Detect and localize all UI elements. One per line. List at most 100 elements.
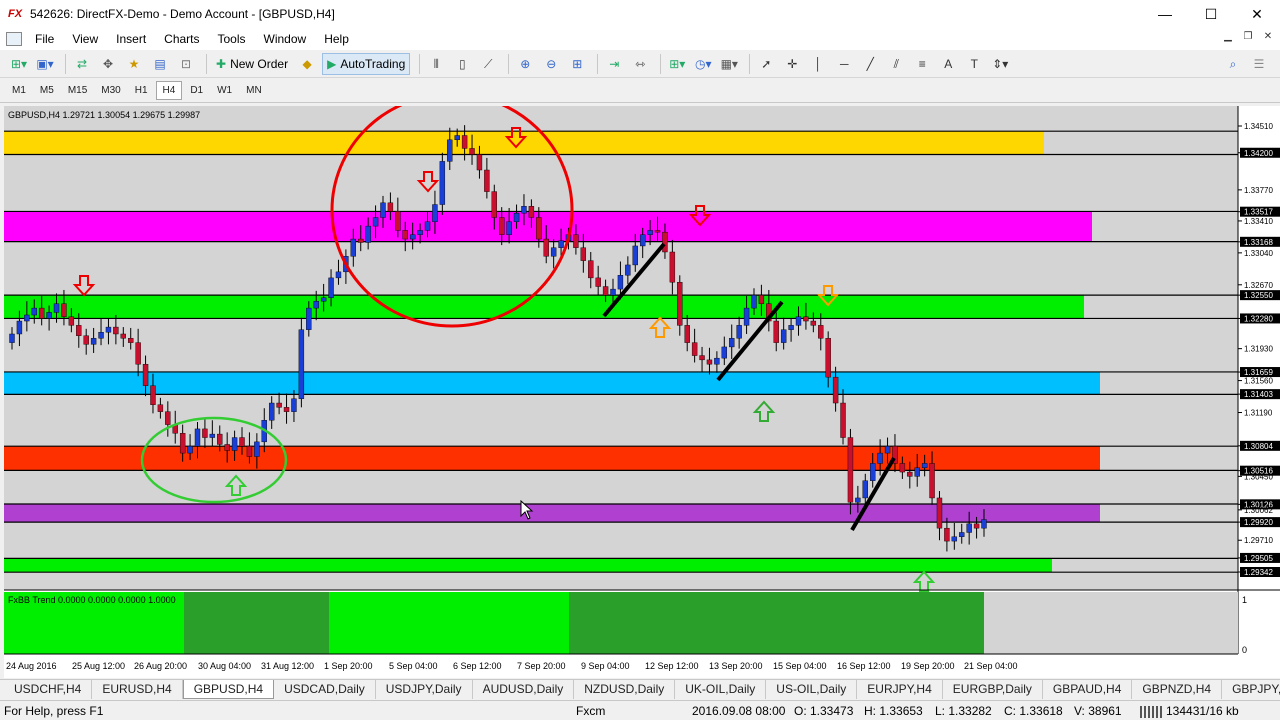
crosshair-icon[interactable]: ✛	[781, 53, 803, 75]
svg-text:1.30450: 1.30450	[1244, 472, 1273, 481]
strategy-tester-icon[interactable]: ⊡	[175, 53, 197, 75]
metaeditor-icon[interactable]: ◆	[296, 53, 318, 75]
zone-band	[4, 211, 1092, 242]
menu-window[interactable]: Window	[255, 32, 316, 46]
chart-tabs: USDCHF,H4 EURUSD,H4 GBPUSD,H4 USDCAD,Daily U…	[0, 679, 1280, 699]
svg-text:1.31930: 1.31930	[1244, 345, 1273, 354]
minimize-button[interactable]: —	[1142, 0, 1188, 28]
line-chart-icon[interactable]: ⟋	[477, 53, 499, 75]
mdi-restore-icon[interactable]: ❐	[1240, 31, 1256, 45]
zoom-out-icon[interactable]: ⊖	[540, 53, 562, 75]
price-axis-label: 1.34200	[1238, 147, 1280, 158]
mdi-minimize-icon[interactable]: ▁	[1220, 31, 1236, 45]
price-axis-label: 1.33168	[1238, 236, 1280, 247]
text-label-icon[interactable]: T	[963, 53, 985, 75]
zone-band	[4, 446, 1100, 471]
chart-window-icon[interactable]	[6, 32, 22, 46]
channel-icon[interactable]: ⫽	[885, 53, 907, 75]
chart-tab[interactable]: EURJPY,H4	[857, 680, 943, 699]
chart-tab[interactable]: USDJPY,Daily	[376, 680, 473, 699]
navigator-icon[interactable]: ★	[123, 53, 145, 75]
svg-text:1.29710: 1.29710	[1244, 536, 1273, 545]
text-icon[interactable]: A	[937, 53, 959, 75]
price-chart[interactable]: GBPUSD,H4 1.29721 1.30054 1.29675 1.2998…	[4, 106, 1280, 678]
chart-tab[interactable]: GBPUSD,H4	[182, 680, 275, 699]
chart-tab[interactable]: EURUSD,H4	[92, 680, 183, 699]
price-axis-label: 1.31659	[1238, 367, 1280, 378]
chart-tab[interactable]: GBPNZD,H4	[1132, 680, 1223, 699]
search-icon[interactable]: ⌕	[1222, 53, 1244, 75]
tf-w1[interactable]: W1	[211, 82, 238, 99]
menu-file[interactable]: File	[26, 32, 63, 46]
chart-tab[interactable]: AUDUSD,Daily	[473, 680, 575, 699]
chart-window[interactable]: GBPUSD,H4 1.29721 1.30054 1.29675 1.2998…	[4, 106, 1280, 678]
tile-windows-icon[interactable]: ⊞	[566, 53, 588, 75]
tf-d1[interactable]: D1	[184, 82, 209, 99]
close-button[interactable]: ✕	[1234, 0, 1280, 28]
tf-m30[interactable]: M30	[95, 82, 126, 99]
bar-chart-icon[interactable]: ⫴	[425, 53, 447, 75]
autoscroll-icon[interactable]: ⇥	[603, 53, 625, 75]
menu-tools[interactable]: Tools	[209, 32, 255, 46]
status-bar: For Help, press F1 Fxcm 2016.09.08 08:00…	[0, 700, 1280, 720]
indicator-scale-top: 1	[1242, 595, 1247, 605]
tf-m5[interactable]: M5	[34, 82, 60, 99]
menu-charts[interactable]: Charts	[155, 32, 208, 46]
candlestick-icon[interactable]: ▯	[451, 53, 473, 75]
svg-text:1.34510: 1.34510	[1244, 122, 1273, 131]
arrows-icon[interactable]: ⇕▾	[989, 53, 1011, 75]
chart-tab[interactable]: UK-OIL,Daily	[675, 680, 767, 699]
chat-icon[interactable]: ☰	[1248, 53, 1270, 75]
maximize-button[interactable]: ☐	[1188, 0, 1234, 28]
chart-tab[interactable]: EURGBP,Daily	[943, 680, 1043, 699]
cursor-icon[interactable]: ➚	[755, 53, 777, 75]
svg-text:1.33517: 1.33517	[1244, 208, 1273, 217]
price-axis-label: 1.33517	[1238, 206, 1280, 217]
zoom-in-icon[interactable]: ⊕	[514, 53, 536, 75]
templates-icon[interactable]: ▦▾	[718, 53, 740, 75]
svg-text:1.30804: 1.30804	[1244, 442, 1273, 451]
menu-help[interactable]: Help	[315, 32, 358, 46]
chart-tab[interactable]: GBPAUD,H4	[1043, 680, 1133, 699]
periods-icon[interactable]: ◷▾	[692, 53, 714, 75]
chart-shift-icon[interactable]: ⇿	[629, 53, 651, 75]
trendline-icon[interactable]: ╱	[859, 53, 881, 75]
traffic-counter: 134431/16 kb	[1166, 704, 1239, 718]
price-axis-label: 1.32550	[1238, 290, 1280, 301]
mdi-close-icon[interactable]: ✕	[1260, 31, 1276, 45]
new-chart-icon[interactable]: ⊞▾	[8, 53, 30, 75]
time-axis-label: 6 Sep 12:00	[453, 661, 502, 671]
tf-mn[interactable]: MN	[240, 82, 268, 99]
svg-text:1.29505: 1.29505	[1244, 554, 1273, 563]
chart-tab[interactable]: US-OIL,Daily	[766, 680, 858, 699]
market-watch-icon[interactable]: ⇄	[71, 53, 93, 75]
candlestick	[847, 428, 854, 515]
terminal-icon[interactable]: ▤	[149, 53, 171, 75]
profile-name[interactable]: Fxcm	[576, 704, 605, 718]
tf-m1[interactable]: M1	[6, 82, 32, 99]
tf-m15[interactable]: M15	[62, 82, 93, 99]
chart-tab[interactable]: USDCHF,H4	[4, 680, 93, 699]
new-order-button[interactable]: ✚ New Order	[212, 53, 292, 75]
svg-text:1.34200: 1.34200	[1244, 149, 1273, 158]
vertical-line-icon[interactable]: │	[807, 53, 829, 75]
chart-tab[interactable]: NZDUSD,Daily	[574, 680, 676, 699]
menu-view[interactable]: View	[63, 32, 107, 46]
profiles-icon[interactable]: ▣▾	[34, 53, 56, 75]
menu-insert[interactable]: Insert	[107, 32, 155, 46]
autotrading-button[interactable]: ▶ AutoTrading	[322, 53, 411, 75]
tf-h4[interactable]: H4	[155, 81, 183, 100]
indicators-icon[interactable]: ⊞▾	[666, 53, 688, 75]
horizontal-line-icon[interactable]: ─	[833, 53, 855, 75]
zone-band	[4, 131, 1044, 155]
title-bar: FX 542626: DirectFX-Demo - Demo Account …	[0, 0, 1280, 28]
chart-header: GBPUSD,H4 1.29721 1.30054 1.29675 1.2998…	[8, 110, 200, 120]
fibonacci-icon[interactable]: ≡	[911, 53, 933, 75]
time-axis-label: 9 Sep 04:00	[581, 661, 630, 671]
price-axis-label: 1.29920	[1238, 517, 1280, 528]
chart-tab[interactable]: GBPJPY,Daily	[1222, 680, 1280, 699]
chart-tab[interactable]: USDCAD,Daily	[274, 680, 376, 699]
time-axis-label: 21 Sep 04:00	[964, 661, 1018, 671]
data-window-icon[interactable]: ✥	[97, 53, 119, 75]
tf-h1[interactable]: H1	[129, 82, 154, 99]
